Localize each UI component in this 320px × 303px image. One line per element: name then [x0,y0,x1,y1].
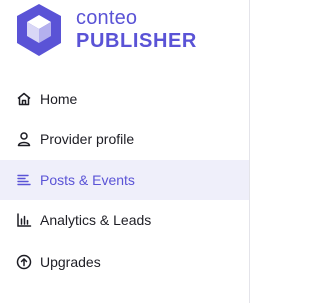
brand-name: conteo PUBLISHER [76,6,197,52]
arrow-up-circle-icon [16,254,32,270]
home-icon [16,91,32,107]
sidebar-item-label: Posts & Events [40,172,135,188]
cube-icon [17,4,61,56]
sidebar: conteo PUBLISHER Home Provider profile P… [0,0,249,303]
brand-line1: conteo [76,7,138,29]
list-icon [16,172,32,188]
bar-chart-icon [16,212,32,228]
user-icon [16,131,32,147]
brand-line2: PUBLISHER [76,30,197,52]
brand-logo[interactable]: conteo PUBLISHER [14,2,244,62]
sidebar-item-upgrades[interactable]: Upgrades [0,242,249,282]
sidebar-item-label: Analytics & Leads [40,212,152,228]
sidebar-item-label: Upgrades [40,254,101,270]
sidebar-item-provider-profile[interactable]: Provider profile [0,119,249,159]
sidebar-item-label: Home [40,91,78,107]
sidebar-item-posts-events[interactable]: Posts & Events [0,160,249,200]
sidebar-item-analytics-leads[interactable]: Analytics & Leads [0,200,249,240]
sidebar-item-label: Provider profile [40,131,135,147]
sidebar-item-home[interactable]: Home [0,79,249,119]
sidebar-divider [249,0,250,303]
